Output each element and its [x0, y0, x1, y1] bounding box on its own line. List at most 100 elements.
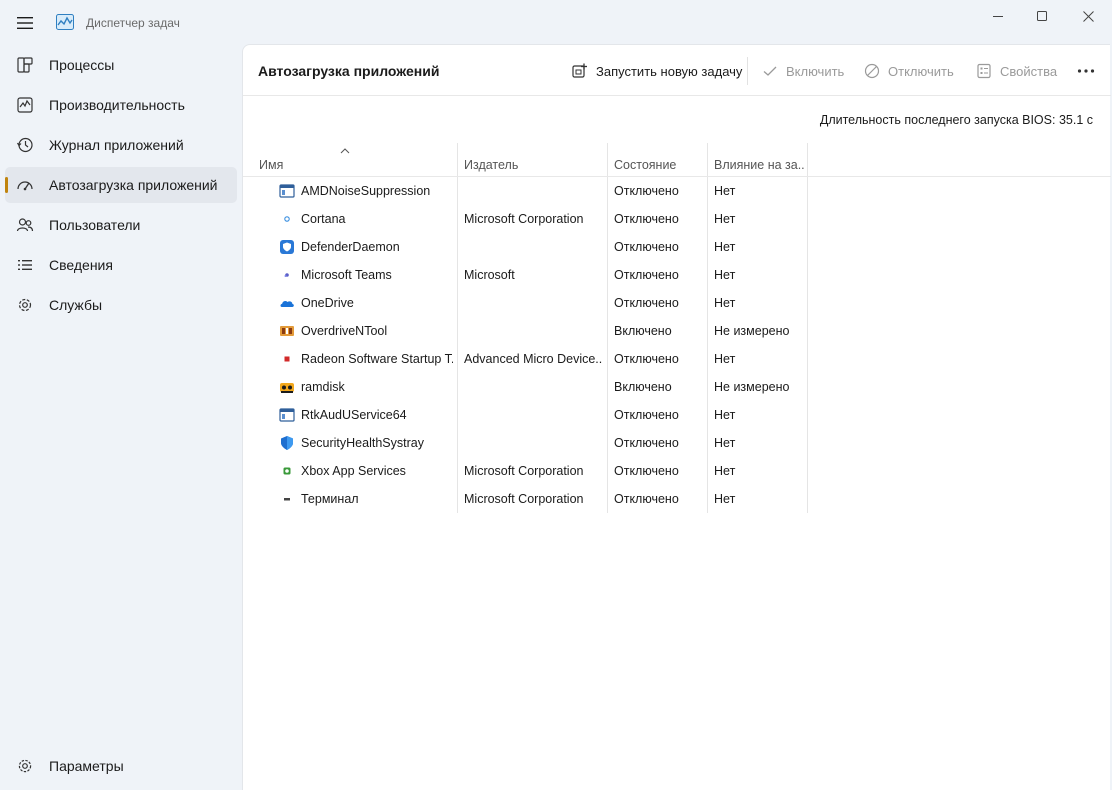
cell-impact: Нет	[714, 296, 736, 310]
toolbar-divider	[747, 57, 748, 85]
cell-status: Включено	[614, 324, 672, 338]
checkmark-icon	[763, 66, 777, 76]
column-header-status[interactable]: Состояние	[608, 144, 708, 178]
cell-name: RtkAudUService64	[301, 408, 407, 422]
page-title: Автозагрузка приложений	[258, 63, 440, 79]
sidebar-item-processes[interactable]: Процессы	[5, 47, 237, 83]
cell-impact: Нет	[714, 240, 736, 254]
cell-name: OneDrive	[301, 296, 354, 310]
cell-name: AMDNoiseSuppression	[301, 184, 431, 198]
cell-name: OverdriveNTool	[301, 324, 388, 338]
cell-status: Отключено	[614, 492, 679, 506]
more-options-button[interactable]	[1077, 59, 1103, 83]
onedrive-icon	[280, 300, 294, 307]
cell-impact: Нет	[714, 492, 736, 506]
cell-status: Включено	[614, 380, 672, 394]
sidebar-item-users[interactable]: Пользователи	[5, 207, 237, 243]
disable-icon	[864, 63, 880, 79]
sidebar: Процессы Производительность Журнал прило…	[0, 44, 242, 790]
cell-name: Xbox App Services	[301, 464, 406, 478]
column-header-name[interactable]: Имя	[253, 144, 458, 178]
sidebar-item-label: Автозагрузка приложений	[49, 177, 217, 193]
properties-icon	[977, 63, 991, 79]
window-app-icon	[279, 408, 295, 422]
bios-time-label: Длительность последнего запуска BIOS: 35…	[819, 113, 1093, 127]
xbox-icon	[283, 467, 291, 475]
sidebar-item-label: Журнал приложений	[49, 137, 184, 153]
cell-status: Отключено	[614, 296, 679, 310]
disable-label: Отключить	[888, 63, 954, 79]
hamburger-menu-button[interactable]	[10, 9, 40, 37]
table-row[interactable]: ramdisk Включено Не измерено	[243, 373, 809, 401]
properties-label: Свойства	[1000, 63, 1058, 79]
hamburger-icon	[17, 17, 33, 29]
sidebar-item-performance[interactable]: Производительность	[5, 87, 237, 123]
table-row[interactable]: AMDNoiseSuppression Отключено Нет	[243, 177, 809, 205]
cell-status: Отключено	[614, 184, 679, 198]
cell-publisher: Microsoft	[464, 268, 515, 282]
performance-icon	[17, 97, 33, 113]
cell-publisher: Advanced Micro Device...	[464, 352, 602, 366]
window-title: Диспетчер задач	[86, 16, 180, 30]
toolbar: Автозагрузка приложений Запустить новую …	[243, 45, 1111, 96]
sidebar-item-app-history[interactable]: Журнал приложений	[5, 127, 237, 163]
sidebar-item-services[interactable]: Службы	[5, 287, 237, 323]
cell-name: Radeon Software Startup T...	[301, 352, 453, 366]
column-header-label: Влияние на за...	[714, 158, 804, 172]
column-header-publisher[interactable]: Издатель	[458, 144, 608, 178]
table-row[interactable]: SecurityHealthSystray Отключено Нет	[243, 429, 809, 457]
run-new-task-button[interactable]: Запустить новую задачу	[572, 59, 742, 83]
cell-name: Терминал	[301, 492, 359, 506]
enable-button[interactable]: Включить	[762, 59, 844, 83]
window-app-icon	[279, 184, 295, 198]
table-row[interactable]: RtkAudUService64 Отключено Нет	[243, 401, 809, 429]
table-row[interactable]: Терминал Microsoft Corporation Отключено Не…	[243, 485, 809, 513]
cell-publisher: Microsoft Corporation	[464, 492, 584, 506]
sidebar-item-label: Службы	[49, 297, 103, 313]
sidebar-item-label: Процессы	[49, 57, 115, 73]
cell-impact: Нет	[714, 408, 736, 422]
maximize-button[interactable]	[1019, 0, 1065, 32]
sidebar-item-settings[interactable]: Параметры	[5, 748, 237, 784]
column-header-impact[interactable]: Влияние на за...	[708, 144, 808, 178]
column-header-label: Издатель	[464, 158, 519, 172]
ramdisk-icon	[280, 383, 294, 393]
processes-icon	[17, 57, 33, 73]
sidebar-item-details[interactable]: Сведения	[5, 247, 237, 283]
table-row[interactable]: OneDrive Отключено Нет	[243, 289, 809, 317]
close-icon	[1082, 10, 1094, 22]
cortana-icon	[284, 216, 290, 222]
sidebar-item-label: Сведения	[49, 257, 113, 273]
properties-button[interactable]: Свойства	[976, 59, 1057, 83]
defender-icon	[280, 240, 294, 254]
cell-status: Отключено	[614, 408, 679, 422]
cell-status: Отключено	[614, 464, 679, 478]
table-row[interactable]: OverdriveNTool Включено Не измерено	[243, 317, 809, 345]
table-row[interactable]: DefenderDaemon Отключено Нет	[243, 233, 809, 261]
cell-status: Отключено	[614, 212, 679, 226]
table-row[interactable]: Radeon Software Startup T... Advanced Mic…	[243, 345, 809, 373]
cell-impact: Не измерено	[714, 324, 790, 338]
cell-status: Отключено	[614, 436, 679, 450]
table-row[interactable]: Xbox App Services Microsoft Corporation От…	[243, 457, 809, 485]
run-new-task-label: Запустить новую задачу	[596, 63, 743, 79]
main-panel: Автозагрузка приложений Запустить новую …	[242, 44, 1111, 790]
column-header-label: Имя	[259, 158, 284, 172]
sidebar-item-label: Параметры	[49, 758, 124, 774]
cell-impact: Не измерено	[714, 380, 790, 394]
minimize-button[interactable]	[975, 0, 1021, 32]
cell-name: SecurityHealthSystray	[301, 436, 424, 450]
sidebar-item-startup-apps[interactable]: Автозагрузка приложений	[5, 167, 237, 203]
column-header-label: Состояние	[614, 158, 677, 172]
table-row[interactable]: Microsoft Teams Microsoft Отключено Нет	[243, 261, 809, 289]
cell-impact: Нет	[714, 436, 736, 450]
cell-impact: Нет	[714, 268, 736, 282]
disable-button[interactable]: Отключить	[864, 59, 954, 83]
table-row[interactable]: Cortana Microsoft Corporation Отключено Нет	[243, 205, 809, 233]
cell-status: Отключено	[614, 352, 679, 366]
cell-name: Microsoft Teams	[301, 268, 392, 282]
radeon-icon	[284, 356, 290, 362]
users-icon	[16, 218, 34, 232]
close-button[interactable]	[1065, 0, 1111, 32]
sidebar-item-label: Пользователи	[49, 217, 141, 233]
